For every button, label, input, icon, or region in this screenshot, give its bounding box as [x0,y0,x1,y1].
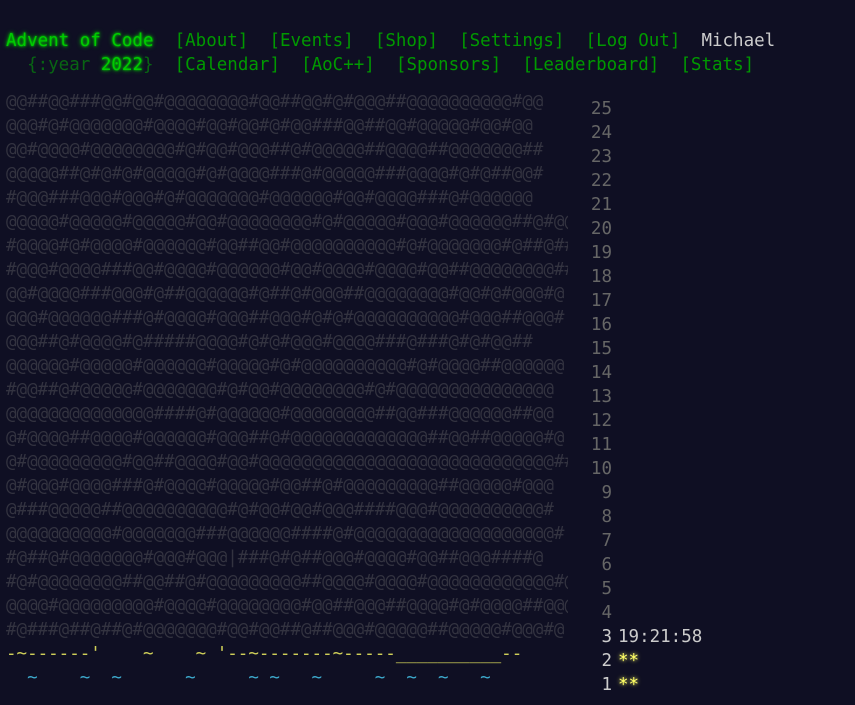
calendar-day-row: @@@##@#@@@@#@#####@@@@#@#@#@@@#@@@@###@#… [6,330,702,359]
calendar-day-row: @@@#@#@@@@@@@#@@@@#@@#@@#@#@@###@@##@@#@… [6,114,702,143]
calendar-art: @#@@@#@@@@###@#@@@@#@@@@@#@@##@#@@@@@@@@… [6,476,554,496]
calendar-art: #@#@@@@@@@@##@@##@#@@@@@@@@@##@@@@#@@@@#… [6,572,568,592]
calendar-art: @@#@@@@###@@@#@##@@@@@@#@##@#@@@##@@@@@@… [6,284,565,304]
calendar-day-row: @@#@@@@###@@@#@##@@@@@@#@##@#@@@##@@@@@@… [6,282,702,311]
calendar-art: #@@##@#@@@@@#@@@@@@@#@#@@#@@@@@@@@#@#@@@… [6,380,554,400]
calendar-day-row: @@@@@@@@@@@@@@####@#@@@@@@#@@@@@@@@##@@#… [6,402,702,431]
calendar-day-row: @###@@@@@##@@@@@@@@@@#@#@@#@@#@@@####@@@… [6,498,702,527]
calendar-day-row: @@#@@@@#@@@@@@@@#@#@@#@@@##@#@@@@@##@@@@… [6,138,702,167]
nav-calendar-link[interactable]: [Calendar] [175,55,280,75]
calendar-art: @@@@#@@@@@@@@@#@@@@#@@@@@@@@#@@##@@@##@@… [6,596,568,616]
nav-sponsors-link[interactable]: [Sponsors] [396,55,501,75]
calendar-art: @@@@@#@@@@@#@@@@@#@@#@@@@@@@@#@#@@@@@#@@… [6,212,568,232]
year-suffix: } [143,55,154,75]
calendar-day-row: @#@@@#@@@@###@#@@@@#@@@@@#@@##@#@@@@@@@@… [6,474,702,503]
calendar-day-row: @#@@@@##@@@@#@@@@@@#@@@##@#@@@@@@@@@@@@@… [6,426,702,455]
calendar-art: @@@@@@@@@@#@@@@@@@###@@@@@@####@#@@@@@@@… [6,524,565,544]
calendar-art: -~------' ~ ~ '--~-------~-----_________… [6,644,523,664]
calendar-art: @#@@@@@@@@@#@@##@@@@#@@#@@@@@@@@@@@@@@@@… [6,452,568,472]
calendar-day-row: #@@@###@@@#@@@#@#@@@@@@@#@@@@@@#@@#@@@@#… [6,186,702,215]
calendar-day-row: @@##@@###@@#@@#@@@@@@@@#@@##@@#@#@@@##@@… [6,90,702,119]
calendar-art: #@@@@#@#@@@@#@@@@@@#@@##@@#@@@@@@@@@@#@#… [6,236,568,256]
calendar-art: @@@@@##@#@#@#@@@@@#@#@@@@###@#@@@@@###@@… [6,164,544,184]
calendar-art: @@@@@@#@@@@@#@@@@@@#@@@@@#@#@@@@@@@@@@#@… [6,356,565,376]
calendar-day-row: @@@@#@@@@@@@@@#@@@@#@@@@@@@@#@@##@@@##@@… [6,594,702,623]
calendar-day-number: 1 [601,675,612,695]
calendar-day-row: @#@@@@@@@@@#@@##@@@@#@@#@@@@@@@@@@@@@@@@… [6,450,702,479]
star-icon: ** [618,675,640,695]
calendar-day-row[interactable]: -~------' ~ ~ '--~-------~-----_________… [6,642,702,671]
nav-stats-link[interactable]: [Stats] [680,55,754,75]
calendar-day-row: @@@@@@#@@@@@#@@@@@@#@@@@@#@#@@@@@@@@@@#@… [6,354,702,383]
nav-leaderboard-link[interactable]: [Leaderboard] [522,55,659,75]
calendar-day-row[interactable]: #@###@##@##@#@@@@@@@#@@#@@##@##@@@#@@@@@… [6,618,702,647]
calendar-day-row: #@##@#@@@@@@@#@@@#@@@|###@#@##@@@#@@@@#@… [6,546,702,575]
calendar-art: #@@@###@@@#@@@#@#@@@@@@@#@@@@@@#@@#@@@@#… [6,188,533,208]
calendar-art: @@@##@#@@@@#@#####@@@@#@#@#@@@#@@@@###@#… [6,332,533,352]
calendar-art: #@@@#@@@@###@@#@@@@#@@@@@@#@@#@@@@#@@@@#… [6,260,568,280]
calendar-day-row: #@@@#@@@@###@@#@@@@#@@@@@@#@@#@@@@#@@@@#… [6,258,702,287]
calendar-day-row: @@@#@@@@@@###@#@@@@#@@@##@@@#@#@#@@@@@@@… [6,306,702,335]
year-prefix: {:year [27,55,101,75]
calendar-day-row: @@@@@#@@@@@#@@@@@#@@#@@@@@@@@#@#@@@@@#@@… [6,210,702,239]
calendar-art: @@@@@@@@@@@@@@####@#@@@@@@#@@@@@@@@##@@#… [6,404,554,424]
calendar: @@##@@###@@#@@#@@@@@@@@#@@##@@#@#@@@##@@… [6,90,702,695]
header-row-2: {:year 2022} [Calendar] [AoC++] [Sponsor… [6,29,754,77]
calendar-day-row: #@@##@#@@@@@#@@@@@@@#@#@@#@@@@@@@@#@#@@@… [6,378,702,407]
calendar-art: @#@@@@##@@@@#@@@@@@#@@@##@#@@@@@@@@@@@@@… [6,428,565,448]
calendar-art: #@###@##@##@#@@@@@@@#@@#@@##@##@@@#@@@@@… [6,620,565,640]
calendar-day-row: #@#@@@@@@@@##@@##@#@@@@@@@@@##@@@@#@@@@#… [6,570,702,599]
calendar-art: @@@#@#@@@@@@@#@@@@#@@#@@#@#@@###@@##@@#@… [6,116,533,136]
calendar-day-row[interactable]: ~ ~ ~ ~ ~ ~ ~ ~ ~ ~ ~ 1 ** [6,666,702,695]
year-link[interactable]: 2022 [101,55,143,75]
calendar-day-row: @@@@@@@@@@#@@@@@@@###@@@@@@####@#@@@@@@@… [6,522,702,551]
calendar-art: #@##@#@@@@@@@#@@@#@@@|###@#@##@@@#@@@@#@… [6,548,544,568]
calendar-art: @@##@@###@@#@@#@@@@@@@@#@@##@@#@#@@@##@@… [6,92,544,112]
calendar-art: @@@#@@@@@@###@#@@@@#@@@##@@@#@#@#@@@@@@@… [6,308,565,328]
calendar-art: @###@@@@@##@@@@@@@@@@#@#@@#@@#@@@####@@@… [6,500,554,520]
calendar-art: ~ ~ ~ ~ ~ ~ ~ ~ ~ ~ ~ [6,668,491,688]
nav-aocplusplus-link[interactable]: [AoC++] [301,55,375,75]
calendar-day-row: #@@@@#@#@@@@#@@@@@@#@@##@@#@@@@@@@@@@#@#… [6,234,702,263]
calendar-day-row: @@@@@##@#@#@#@@@@@#@#@@@@###@#@@@@@###@@… [6,162,702,191]
calendar-art: @@#@@@@#@@@@@@@@#@#@@#@@@##@#@@@@@##@@@@… [6,140,544,160]
